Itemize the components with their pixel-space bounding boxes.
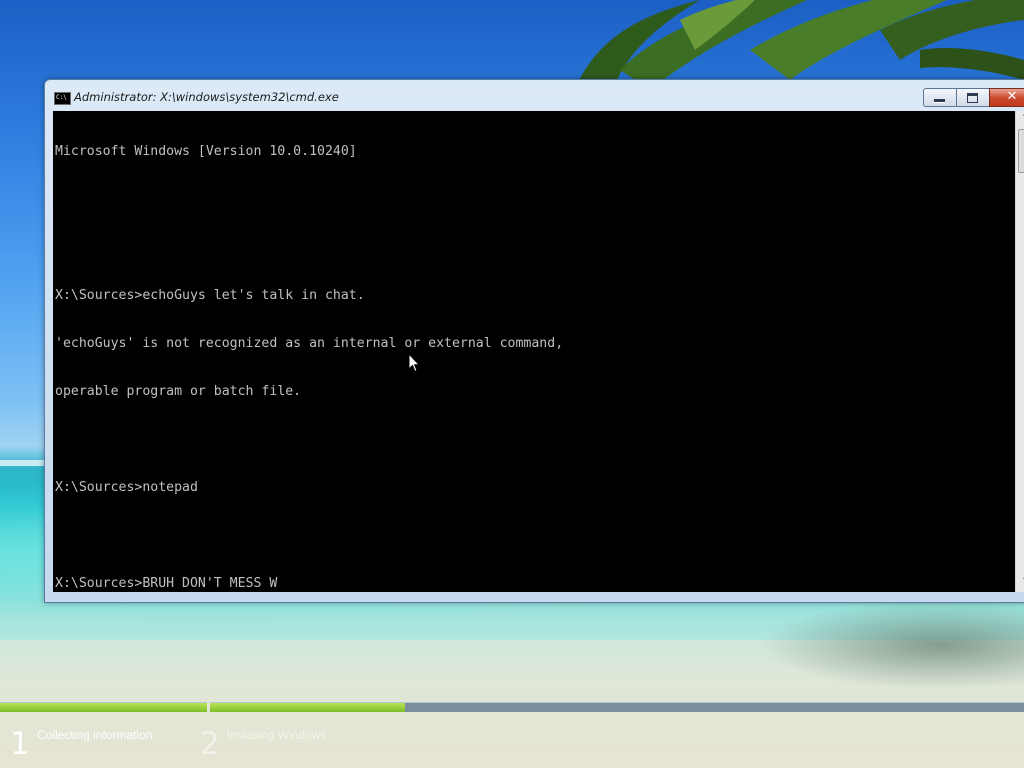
close-icon: ✕ <box>1006 89 1018 104</box>
minimize-icon <box>934 99 945 103</box>
console-line: Microsoft Windows [Version 10.0.10240] <box>55 144 357 159</box>
maximize-button[interactable] <box>956 88 990 107</box>
console-line: X:\Sources>echoGuys let's talk in chat. <box>55 288 365 303</box>
console-lines: Microsoft Windows [Version 10.0.10240] X… <box>55 112 563 592</box>
title-bar[interactable]: C:\ Administrator: X:\windows\system32\c… <box>45 80 1024 110</box>
cmd-icon-text: C:\ <box>56 94 67 101</box>
step-2-progress-fill <box>210 703 406 712</box>
step-label: Installing Windows <box>227 728 327 742</box>
step-number: 2 <box>200 726 220 762</box>
console-line: 'echoGuys' is not recognized as an inter… <box>55 336 564 351</box>
setup-progress-bar <box>0 702 1024 712</box>
window-title: Administrator: X:\windows\system32\cmd.e… <box>74 90 339 104</box>
step-2-progress <box>210 702 1024 712</box>
scroll-thumb[interactable] <box>1018 129 1024 173</box>
step-label: Collecting information <box>37 728 153 742</box>
step-number: 1 <box>10 726 30 762</box>
caption-buttons: ✕ <box>923 88 1024 107</box>
close-button[interactable]: ✕ <box>989 88 1024 107</box>
scroll-up-icon[interactable]: ˄ <box>1016 111 1024 128</box>
maximize-icon <box>967 93 978 103</box>
console-prompt-line[interactable]: X:\Sources>BRUH DON'T MESS W <box>55 576 563 592</box>
minimize-button[interactable] <box>923 88 957 107</box>
step-1-progress <box>0 702 207 712</box>
vertical-scrollbar[interactable]: ˄ ˅ <box>1015 111 1024 592</box>
console-line: X:\Sources>notepad <box>55 480 198 495</box>
scroll-down-icon[interactable]: ˅ <box>1016 575 1024 592</box>
console-output[interactable]: Microsoft Windows [Version 10.0.10240] X… <box>53 111 1015 592</box>
palm-shadow <box>760 600 1024 690</box>
cmd-window[interactable]: C:\ Administrator: X:\windows\system32\c… <box>44 79 1024 603</box>
cmd-icon: C:\ <box>54 92 71 105</box>
arrow-cursor-icon <box>408 353 420 373</box>
console-line: operable program or batch file. <box>55 384 302 399</box>
step-1-progress-fill <box>0 703 207 712</box>
